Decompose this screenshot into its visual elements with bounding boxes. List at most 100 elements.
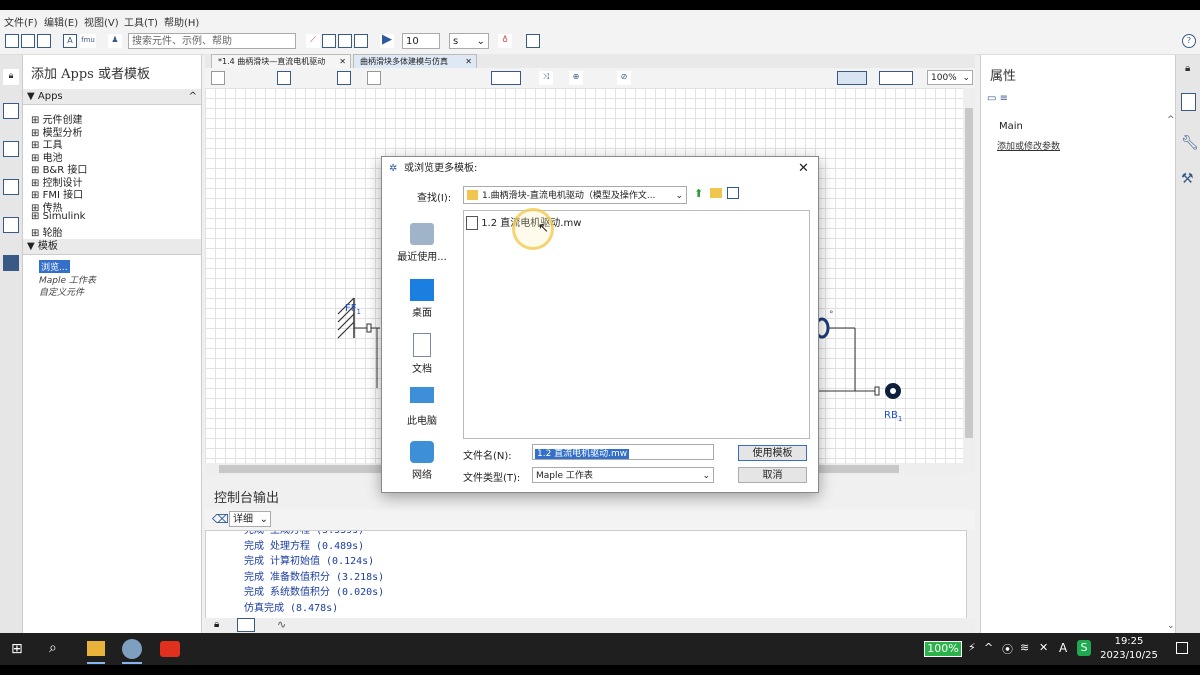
notification-icon[interactable]: [1176, 642, 1188, 654]
apps-section-header[interactable]: ▼ Apps ^: [23, 89, 201, 105]
chevron-down-icon: ⌄: [675, 187, 683, 203]
maplesim-app-icon[interactable]: [122, 639, 142, 659]
fmu-icon[interactable]: fmu: [80, 34, 96, 48]
place-recent[interactable]: 最近使用...: [390, 223, 454, 263]
tab-crank-slider-dc[interactable]: *1.4 曲柄滑块—直流电机驱动 ✕: [211, 54, 351, 68]
disable-icon[interactable]: ⊘: [617, 71, 631, 85]
waveform-icon[interactable]: ∿: [277, 618, 286, 631]
grid-icon[interactable]: [338, 34, 352, 48]
plot-icon[interactable]: ⟋: [306, 34, 320, 48]
lock-icon[interactable]: 🔒︎: [214, 619, 219, 630]
search-input[interactable]: 搜索元件、示例、帮助: [128, 33, 296, 49]
file-explorer-icon[interactable]: [87, 641, 105, 656]
lookin-select[interactable]: 1.曲柄滑块-直流电机驱动（模型及操作文... ⌄: [463, 186, 687, 204]
copy-icon[interactable]: [354, 34, 368, 48]
wrench-icon[interactable]: 🔧︎: [1181, 135, 1199, 151]
magnet-icon[interactable]: [837, 71, 867, 85]
user-icon[interactable]: ♟: [108, 34, 122, 48]
windows-start-icon[interactable]: ⊞: [11, 641, 23, 657]
home-icon[interactable]: [211, 71, 225, 85]
filename-input[interactable]: 1.2 直流电机驱动.mw: [532, 444, 714, 460]
multibody-icon[interactable]: [322, 34, 336, 48]
console-tab-icon[interactable]: [237, 618, 255, 632]
maplesim-logo-icon: ✲: [389, 163, 398, 174]
sim-time-input[interactable]: 10: [402, 33, 440, 49]
menu-view[interactable]: 视图(V): [84, 14, 119, 29]
attachment-icon[interactable]: [3, 217, 19, 233]
templates-section-header[interactable]: ▼ 模板: [23, 239, 201, 255]
maple-file-icon: [466, 216, 478, 230]
chevron-down-icon[interactable]: ⌄: [1167, 621, 1175, 631]
probe-icon[interactable]: ♁: [498, 34, 512, 48]
recorder-app-icon[interactable]: [160, 641, 180, 657]
panel-title: 添加 Apps 或者模板: [31, 67, 150, 82]
tree-item-tire[interactable]: ⊞ 轮胎: [31, 224, 63, 239]
input-language[interactable]: A: [1059, 641, 1067, 655]
menu-edit[interactable]: 编辑(E): [44, 14, 78, 29]
chevron-up-icon[interactable]: ^: [1167, 115, 1175, 125]
run-simulation-icon[interactable]: ▶: [380, 33, 394, 48]
diagram-toolbar: ⤨ ⊕ ⊘ 100% ⌄: [205, 68, 975, 89]
chevron-up-icon[interactable]: ^: [984, 641, 993, 654]
canvas-vertical-scrollbar[interactable]: [963, 88, 975, 473]
documents-icon: [413, 333, 431, 357]
place-this-pc[interactable]: 此电脑: [390, 387, 454, 427]
zoom-select[interactable]: 100% ⌄: [927, 70, 973, 85]
filetype-select[interactable]: Maple 工作表 ⌄: [532, 467, 714, 483]
up-folder-icon[interactable]: ⬆: [694, 187, 703, 200]
menu-help[interactable]: 帮助(H): [164, 14, 199, 29]
add-probe-icon[interactable]: ⊕: [569, 71, 583, 85]
menu-file[interactable]: 文件(F): [4, 14, 38, 29]
save-icon[interactable]: [37, 34, 51, 48]
add-modify-params-link[interactable]: 添加或修改参数: [997, 139, 1060, 152]
search-doc-icon[interactable]: [3, 141, 19, 157]
view-menu-icon[interactable]: [727, 187, 739, 199]
microphone-icon[interactable]: ⦿: [1002, 641, 1013, 657]
close-icon[interactable]: ✕: [339, 55, 346, 69]
lock-icon[interactable]: 🔒︎: [1185, 63, 1190, 74]
place-documents[interactable]: 文档: [390, 333, 454, 375]
eraser-icon[interactable]: ⌫: [212, 512, 229, 526]
cancel-button[interactable]: 取消: [738, 467, 807, 483]
properties-panel: 属性 ▭ ≡ ^ Main 添加或修改参数 ⌄: [980, 55, 1176, 633]
clock[interactable]: 19:25 2023/10/25: [1100, 636, 1158, 661]
template-custom-component[interactable]: 自定义元件: [39, 285, 84, 298]
battery-indicator[interactable]: 100%: [924, 641, 962, 657]
lock-icon[interactable]: 🔒︎: [3, 69, 19, 85]
snapshot-icon[interactable]: [526, 34, 540, 48]
place-desktop[interactable]: 桌面: [390, 279, 454, 319]
text-icon[interactable]: A: [63, 34, 77, 48]
new-folder-icon[interactable]: [710, 188, 722, 198]
hierarchy-icon[interactable]: [3, 179, 19, 195]
parameter-icon[interactable]: [277, 71, 291, 85]
tree-item-simulink[interactable]: ⊞ Simulink: [31, 211, 85, 222]
import-icon[interactable]: [337, 71, 351, 85]
new-file-icon[interactable]: [5, 34, 19, 48]
close-icon[interactable]: ✕: [798, 157, 809, 181]
library-icon[interactable]: [3, 103, 19, 119]
apps-header-label: Apps: [37, 91, 63, 102]
console-detail-select[interactable]: 详细 ⌄: [229, 511, 271, 527]
volume-muted-icon[interactable]: ✕: [1039, 641, 1048, 654]
connector-style-dropdown[interactable]: [879, 71, 913, 85]
template-browse[interactable]: 浏览...: [39, 260, 70, 273]
tools-icon[interactable]: ⚒: [1181, 171, 1194, 187]
menu-tools[interactable]: 工具(T): [124, 14, 158, 29]
ime-icon[interactable]: S: [1077, 640, 1091, 656]
scroll-thumb[interactable]: [965, 108, 973, 438]
shuffle-icon[interactable]: ⤨: [539, 71, 553, 85]
open-file-icon[interactable]: [21, 34, 35, 48]
tab-multibody-sim[interactable]: 曲柄滑块多体建模与仿真 ✕: [353, 54, 477, 68]
time-unit-select[interactable]: s ⌄: [449, 33, 489, 49]
place-network[interactable]: 网络: [390, 441, 454, 481]
apps-icon[interactable]: [3, 255, 19, 271]
wifi-icon[interactable]: ≋: [1020, 641, 1029, 654]
use-template-button[interactable]: 使用模板: [738, 445, 807, 461]
properties-tools-icons[interactable]: ▭ ≡: [987, 93, 1008, 104]
help-icon[interactable]: ?: [1182, 34, 1196, 48]
close-icon[interactable]: ✕: [465, 55, 472, 69]
align-icon[interactable]: [367, 71, 381, 85]
document-icon[interactable]: [1181, 93, 1196, 111]
flip-dropdown-icon[interactable]: [491, 71, 521, 85]
search-icon[interactable]: ⌕: [49, 640, 57, 656]
